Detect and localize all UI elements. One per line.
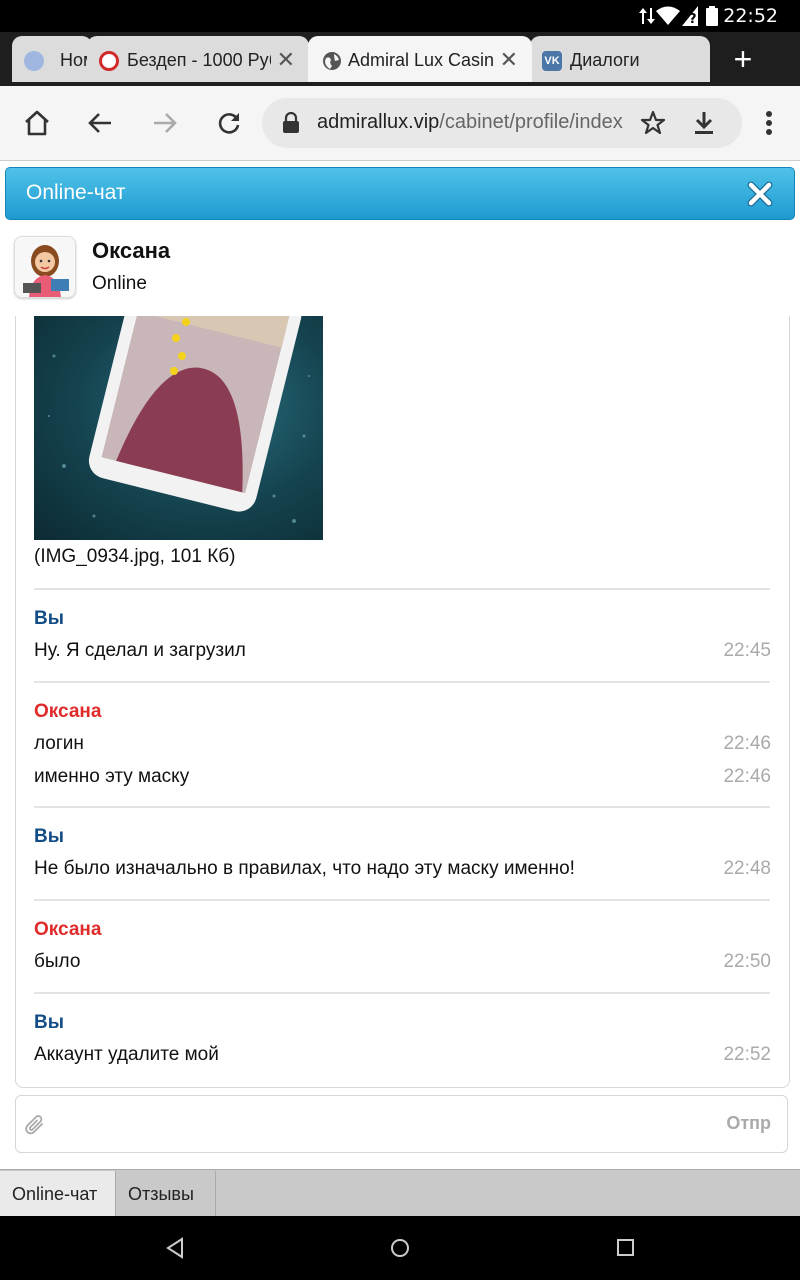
message-text: Не было изначально в правилах, что надо … bbox=[34, 858, 575, 879]
svg-text:?: ? bbox=[689, 12, 697, 26]
message-text: Ну. Я сделал и загрузил bbox=[34, 640, 246, 661]
tab-title: Диалоги bbox=[570, 50, 640, 70]
operator-status: Online bbox=[92, 273, 147, 294]
bottom-tabs: Online-чат Отзывы bbox=[0, 1169, 800, 1217]
globe-icon bbox=[323, 52, 341, 70]
tab-title: Admiral Lux Casino bbox=[348, 50, 505, 70]
message-text: логин bbox=[34, 733, 84, 754]
vk-icon: VK bbox=[542, 51, 562, 71]
message-time: 22:45 bbox=[723, 640, 771, 661]
url-text: admirallux.vip/cabinet/profile/index bbox=[317, 111, 623, 134]
chat-header: Online-чат bbox=[5, 167, 795, 220]
battery-icon bbox=[706, 6, 718, 26]
site-favicon bbox=[99, 51, 119, 71]
message-time: 22:50 bbox=[723, 951, 771, 972]
nav-recents-icon[interactable] bbox=[616, 1238, 636, 1258]
message-sender: Оксана bbox=[34, 701, 102, 722]
attachment-image-content bbox=[48, 316, 310, 523]
browser-toolbar: admirallux.vip/cabinet/profile/index bbox=[0, 86, 800, 161]
download-icon[interactable] bbox=[692, 110, 716, 136]
data-arrows-icon bbox=[639, 8, 655, 24]
nav-back-icon[interactable] bbox=[164, 1236, 186, 1260]
message-time: 22:48 bbox=[723, 858, 771, 879]
separator bbox=[34, 588, 770, 590]
signal-icon: ? bbox=[682, 6, 698, 26]
attachment-image[interactable] bbox=[34, 316, 323, 540]
menu-icon bbox=[766, 111, 772, 135]
close-icon[interactable] bbox=[746, 180, 774, 208]
send-button[interactable]: Отпр bbox=[726, 1113, 771, 1134]
url-domain: admirallux.vip bbox=[317, 111, 440, 133]
message-sender: Оксана bbox=[34, 919, 102, 940]
operator-avatar bbox=[14, 236, 76, 298]
separator bbox=[34, 681, 770, 683]
attachment-caption: (IMG_0934.jpg, 101 Кб) bbox=[34, 546, 236, 567]
clock: 22:52 bbox=[723, 5, 778, 27]
back-button[interactable] bbox=[82, 105, 118, 141]
system-nav-bar bbox=[0, 1216, 800, 1280]
status-bar: ? 22:52 bbox=[0, 0, 800, 32]
lock-icon bbox=[283, 112, 299, 133]
back-icon bbox=[88, 113, 111, 133]
message-text: именно эту маску bbox=[34, 766, 190, 787]
new-tab-button[interactable]: + bbox=[727, 43, 759, 76]
address-actions bbox=[626, 98, 742, 148]
reload-button[interactable] bbox=[211, 105, 247, 141]
reload-icon bbox=[218, 113, 240, 134]
nav-home-icon[interactable] bbox=[389, 1237, 411, 1259]
site-favicon bbox=[24, 51, 44, 71]
message-sender: Вы bbox=[34, 608, 64, 629]
separator bbox=[34, 992, 770, 994]
tab-strip: Ном Бездеп - 1000 Руб ✕ Admiral Lux Casi… bbox=[0, 32, 800, 86]
separator bbox=[34, 899, 770, 901]
chat-title: Online-чат bbox=[26, 181, 126, 204]
home-button[interactable] bbox=[19, 105, 55, 141]
browser-tab-4[interactable]: VK Диалоги bbox=[530, 36, 710, 82]
operator-name: Оксана bbox=[92, 238, 171, 263]
attach-icon[interactable] bbox=[24, 1113, 46, 1137]
message-sender: Вы bbox=[34, 1012, 64, 1033]
message-input[interactable]: Отпр bbox=[15, 1095, 788, 1153]
browser-tab-1[interactable]: Ном bbox=[12, 36, 92, 82]
operator-avatar-illustration bbox=[15, 237, 75, 297]
address-bar[interactable]: admirallux.vip/cabinet/profile/index bbox=[262, 98, 742, 148]
tab-online-chat[interactable]: Online-чат bbox=[0, 1171, 116, 1217]
message-time: 22:52 bbox=[723, 1044, 771, 1065]
message-text: было bbox=[34, 951, 81, 972]
message-list[interactable]: (IMG_0934.jpg, 101 Кб) Вы Ну. Я сделал и… bbox=[15, 316, 790, 1088]
message-text: Аккаунт удалите мой bbox=[34, 1044, 219, 1065]
message-time: 22:46 bbox=[723, 733, 771, 754]
menu-button[interactable] bbox=[751, 105, 787, 141]
separator bbox=[34, 806, 770, 808]
browser-tab-3-active[interactable]: Admiral Lux Casino ✕ bbox=[308, 36, 532, 82]
wifi-icon bbox=[656, 6, 680, 25]
home-icon bbox=[25, 110, 49, 136]
forward-icon bbox=[154, 113, 177, 133]
tab-title: Бездеп - 1000 Руб bbox=[127, 50, 280, 70]
message-time: 22:46 bbox=[723, 766, 771, 787]
browser-tab-2[interactable]: Бездеп - 1000 Руб ✕ bbox=[87, 36, 309, 82]
close-tab-icon[interactable]: ✕ bbox=[270, 47, 295, 73]
url-path: /cabinet/profile/index bbox=[439, 111, 623, 133]
tab-reviews[interactable]: Отзывы bbox=[116, 1171, 216, 1217]
forward-button[interactable] bbox=[147, 105, 183, 141]
close-tab-icon[interactable]: ✕ bbox=[493, 47, 518, 73]
message-sender: Вы bbox=[34, 826, 64, 847]
star-icon[interactable] bbox=[640, 110, 666, 136]
